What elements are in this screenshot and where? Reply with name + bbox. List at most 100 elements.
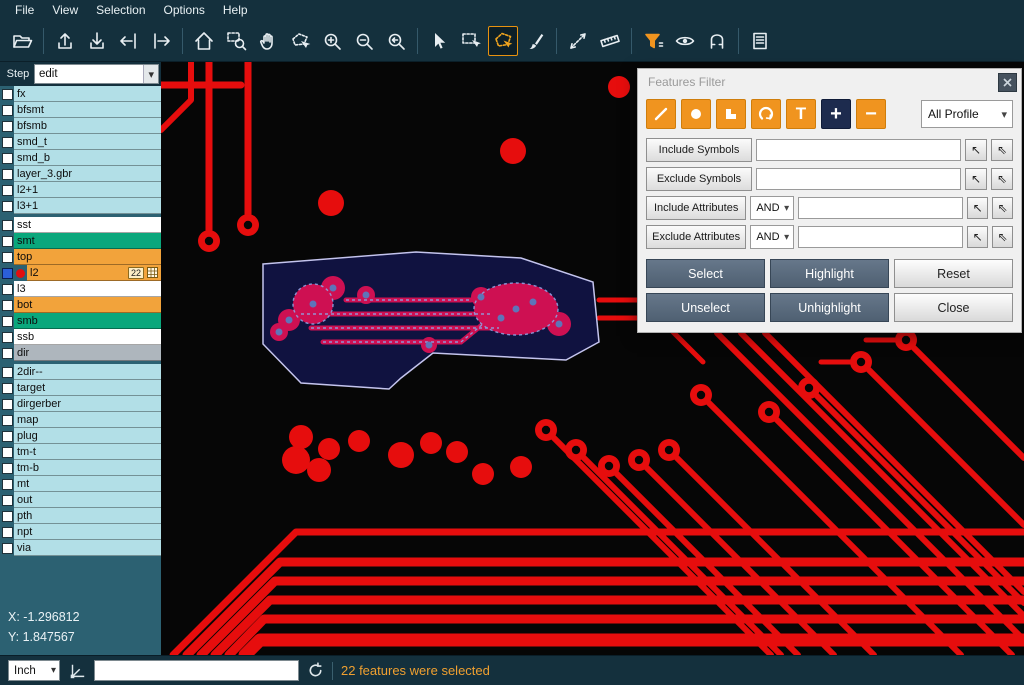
layer-checkbox[interactable] (0, 86, 14, 102)
pick-arrow-alt-icon[interactable]: ⇖ (992, 197, 1013, 219)
step-select[interactable]: edit (34, 64, 159, 84)
feature-surface-button[interactable] (716, 99, 746, 129)
include-attributes-and-select[interactable]: AND (750, 196, 794, 220)
close-icon[interactable] (998, 73, 1017, 92)
exclude-symbols-input[interactable] (756, 168, 961, 190)
highlight-button[interactable]: Highlight (770, 259, 889, 288)
exclude-attributes-input[interactable] (798, 226, 963, 248)
layer-checkbox[interactable] (0, 329, 14, 345)
lasso-zoom-icon[interactable] (285, 26, 315, 56)
pick-arrow-icon[interactable]: ↖ (965, 139, 987, 161)
layer-checkbox[interactable] (0, 166, 14, 182)
layer-checkbox[interactable] (0, 313, 14, 329)
include-symbols-button[interactable]: Include Symbols (646, 138, 752, 162)
zoom-window-icon[interactable] (221, 26, 251, 56)
layer-row-l3+1[interactable]: l3+1 (0, 198, 161, 214)
pick-arrow-alt-icon[interactable]: ⇖ (991, 139, 1013, 161)
pick-arrow-alt-icon[interactable]: ⇖ (991, 168, 1013, 190)
layer-checkbox[interactable] (0, 524, 14, 540)
layer-checkbox[interactable] (0, 476, 14, 492)
exclude-attributes-and-select[interactable]: AND (750, 225, 794, 249)
layer-row-npt[interactable]: npt (0, 524, 161, 540)
feature-line-button[interactable] (646, 99, 676, 129)
layer-checkbox[interactable] (0, 428, 14, 444)
layer-row-smt[interactable]: smt (0, 233, 161, 249)
zoom-previous-icon[interactable] (381, 26, 411, 56)
layer-checkbox[interactable] (0, 249, 14, 265)
feature-arc-button[interactable] (751, 99, 781, 129)
layer-checkbox[interactable] (0, 217, 14, 233)
open-icon[interactable] (7, 26, 37, 56)
layer-checkbox[interactable] (0, 233, 14, 249)
layer-row-mt[interactable]: mt (0, 476, 161, 492)
layer-checkbox[interactable] (0, 182, 14, 198)
layer-row-bfsmb[interactable]: bfsmb (0, 118, 161, 134)
layer-checkbox[interactable] (0, 345, 14, 361)
layer-checkbox[interactable] (0, 444, 14, 460)
polarity-positive-button[interactable]: + (821, 99, 851, 129)
layer-checkbox[interactable] (0, 281, 14, 297)
unhighlight-button[interactable]: Unhighlight (770, 293, 889, 322)
menu-item-selection[interactable]: Selection (87, 1, 154, 19)
next-step-icon[interactable] (146, 26, 176, 56)
import-step-icon[interactable] (82, 26, 112, 56)
pan-icon[interactable] (253, 26, 283, 56)
close-button[interactable]: Close (894, 293, 1013, 322)
datum-corner-icon[interactable] (68, 662, 86, 680)
menu-item-options[interactable]: Options (155, 1, 214, 19)
command-input[interactable] (94, 660, 299, 681)
layer-row-sst[interactable]: sst (0, 217, 161, 233)
layer-checkbox[interactable] (0, 460, 14, 476)
layer-checkbox[interactable] (0, 118, 14, 134)
layer-row-dirgerber[interactable]: dirgerber (0, 396, 161, 412)
measure-distance-icon[interactable] (563, 26, 593, 56)
layer-row-tm-b[interactable]: tm-b (0, 460, 161, 476)
layer-row-ssb[interactable]: ssb (0, 329, 161, 345)
zoom-out-icon[interactable] (349, 26, 379, 56)
layer-checkbox[interactable] (0, 198, 14, 214)
zoom-in-icon[interactable] (317, 26, 347, 56)
pick-arrow-icon[interactable]: ↖ (967, 197, 988, 219)
snap-icon[interactable] (702, 26, 732, 56)
notes-icon[interactable] (745, 26, 775, 56)
menu-item-help[interactable]: Help (214, 1, 257, 19)
selection-region[interactable] (263, 252, 599, 389)
layer-row-out[interactable]: out (0, 492, 161, 508)
layer-row-via[interactable]: via (0, 540, 161, 556)
poly-select-icon[interactable] (488, 26, 518, 56)
include-attributes-button[interactable]: Include Attributes (646, 196, 746, 220)
exclude-attributes-button[interactable]: Exclude Attributes (646, 225, 746, 249)
layer-checkbox[interactable] (0, 102, 14, 118)
prev-step-icon[interactable] (114, 26, 144, 56)
layer-row-2dir--[interactable]: 2dir-- (0, 364, 161, 380)
layer-row-pth[interactable]: pth (0, 508, 161, 524)
layer-row-map[interactable]: map (0, 412, 161, 428)
layer-row-l3[interactable]: l3 (0, 281, 161, 297)
ruler-icon[interactable] (595, 26, 625, 56)
pick-arrow-icon[interactable]: ↖ (967, 226, 988, 248)
dialog-title-bar[interactable]: Features Filter (638, 69, 1021, 95)
layer-checkbox[interactable] (0, 265, 14, 281)
layer-checkbox[interactable] (0, 297, 14, 313)
profile-select[interactable]: All Profile (921, 100, 1013, 128)
layer-row-bot[interactable]: bot (0, 297, 161, 313)
polarity-negative-button[interactable]: − (856, 99, 886, 129)
unit-select[interactable]: Inch (8, 660, 60, 681)
feature-pad-button[interactable] (681, 99, 711, 129)
layer-checkbox[interactable] (0, 540, 14, 556)
layer-row-l2[interactable]: l222 (0, 265, 161, 281)
layer-visibility-icon[interactable] (670, 26, 700, 56)
layer-row-tm-t[interactable]: tm-t (0, 444, 161, 460)
layer-checkbox[interactable] (0, 134, 14, 150)
brush-apply-icon[interactable] (520, 26, 550, 56)
export-step-icon[interactable] (50, 26, 80, 56)
refresh-icon[interactable] (307, 662, 324, 679)
layer-row-smb[interactable]: smb (0, 313, 161, 329)
layer-checkbox[interactable] (0, 150, 14, 166)
layer-checkbox[interactable] (0, 396, 14, 412)
layer-row-target[interactable]: target (0, 380, 161, 396)
layer-row-top[interactable]: top (0, 249, 161, 265)
layer-row-smd_t[interactable]: smd_t (0, 134, 161, 150)
feature-text-button[interactable]: T (786, 99, 816, 129)
layer-row-plug[interactable]: plug (0, 428, 161, 444)
